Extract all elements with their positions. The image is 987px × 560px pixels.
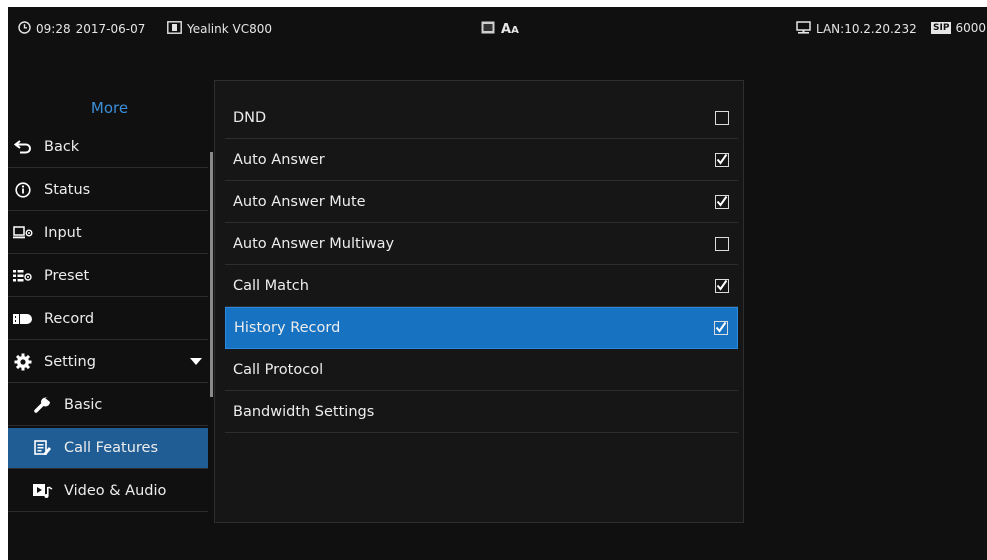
setting-row-history-record[interactable]: History Record [225, 307, 738, 349]
sidebar-item-status[interactable]: Status [8, 170, 208, 211]
input-icon [12, 226, 34, 240]
setting-row-auto-answer-multiway[interactable]: Auto Answer Multiway [225, 223, 738, 265]
setting-row-call-protocol[interactable]: Call Protocol [225, 349, 738, 391]
status-bar: 09:28 2017-06-07 Yealink VC800 AA LAN:10… [8, 7, 987, 51]
call-match-checkbox[interactable] [715, 278, 729, 293]
preset-icon [12, 269, 34, 283]
sidebar-scrollbar[interactable] [210, 152, 213, 397]
video-call-icon [481, 21, 495, 37]
call-features-icon [32, 440, 54, 456]
checkmark-icon [716, 279, 728, 291]
info-icon [12, 182, 34, 198]
video-audio-icon [32, 483, 54, 499]
setting-label: Call Protocol [233, 361, 324, 378]
sidebar-item-label: Status [44, 182, 91, 198]
auto-answer-checkbox[interactable] [715, 152, 729, 167]
sidebar-item-label: Preset [44, 268, 90, 284]
setting-row-dnd[interactable]: DND [225, 97, 738, 139]
auto-answer-mute-checkbox[interactable] [715, 194, 729, 209]
screen: 09:28 2017-06-07 Yealink VC800 AA LAN:10… [8, 7, 987, 560]
sidebar-title: More [90, 99, 129, 117]
sidebar-item-setting[interactable]: Setting [8, 342, 208, 383]
device-icon [167, 21, 182, 37]
sidebar-item-label: Video & Audio [64, 483, 167, 499]
sidebar-item-label: Back [44, 139, 80, 155]
chevron-down-icon [190, 354, 202, 370]
status-time: 09:28 [36, 22, 71, 36]
checkmark-icon [716, 153, 728, 165]
sidebar-item-label: Input [44, 225, 82, 241]
sidebar: More Back Status Input Preset Record Set… [8, 87, 211, 522]
sidebar-item-preset[interactable]: Preset [8, 256, 208, 297]
sidebar-item-basic[interactable]: Basic [8, 385, 208, 426]
setting-label: Bandwidth Settings [233, 403, 375, 420]
wrench-icon [32, 396, 54, 414]
sidebar-item-call-features[interactable]: Call Features [8, 428, 208, 469]
sidebar-item-back[interactable]: Back [8, 127, 208, 168]
sip-account: 6000 [955, 21, 986, 35]
setting-row-auto-answer[interactable]: Auto Answer [225, 139, 738, 181]
center-icons: AA [481, 21, 519, 37]
checkmark-icon [716, 195, 728, 207]
lan-address: LAN:10.2.20.232 [816, 22, 917, 36]
history-record-checkbox[interactable] [714, 321, 728, 335]
back-arrow-icon [12, 140, 34, 154]
status-date: 2017-06-07 [75, 22, 146, 36]
sidebar-item-input[interactable]: Input [8, 213, 208, 254]
dnd-checkbox[interactable] [715, 110, 729, 125]
sip-badge: SIP [931, 22, 952, 34]
sidebar-item-label: Basic [64, 397, 103, 413]
sidebar-item-label: Record [44, 311, 95, 327]
device-name: Yealink VC800 [187, 22, 273, 36]
sidebar-item-label: Setting [44, 354, 96, 370]
clock-group: 09:28 2017-06-07 [18, 21, 145, 37]
setting-label: Auto Answer [233, 151, 325, 168]
sidebar-item-record[interactable]: Record [8, 299, 208, 340]
font-size-icon: AA [501, 21, 519, 37]
call-features-panel: DND Auto Answer Auto Answer Mute Auto An… [214, 80, 744, 523]
setting-row-bandwidth-settings[interactable]: Bandwidth Settings [225, 391, 738, 433]
gear-icon [12, 353, 34, 371]
lan-icon [796, 21, 811, 37]
checkmark-icon [715, 321, 727, 333]
setting-label: Auto Answer Multiway [233, 235, 395, 252]
record-icon [12, 313, 34, 325]
sidebar-item-label: Call Features [64, 440, 159, 456]
sidebar-item-video-audio[interactable]: Video & Audio [8, 471, 208, 512]
clock-icon [18, 21, 31, 37]
setting-label: DND [233, 109, 267, 126]
auto-answer-multiway-checkbox[interactable] [715, 236, 729, 251]
device-group: Yealink VC800 [167, 21, 272, 37]
setting-label: History Record [234, 320, 341, 336]
setting-label: Call Match [233, 277, 309, 294]
network-group: LAN:10.2.20.232 [796, 21, 917, 37]
setting-row-call-match[interactable]: Call Match [225, 265, 738, 307]
setting-label: Auto Answer Mute [233, 193, 366, 210]
sip-group: SIP 6000 [931, 21, 986, 35]
setting-row-auto-answer-mute[interactable]: Auto Answer Mute [225, 181, 738, 223]
